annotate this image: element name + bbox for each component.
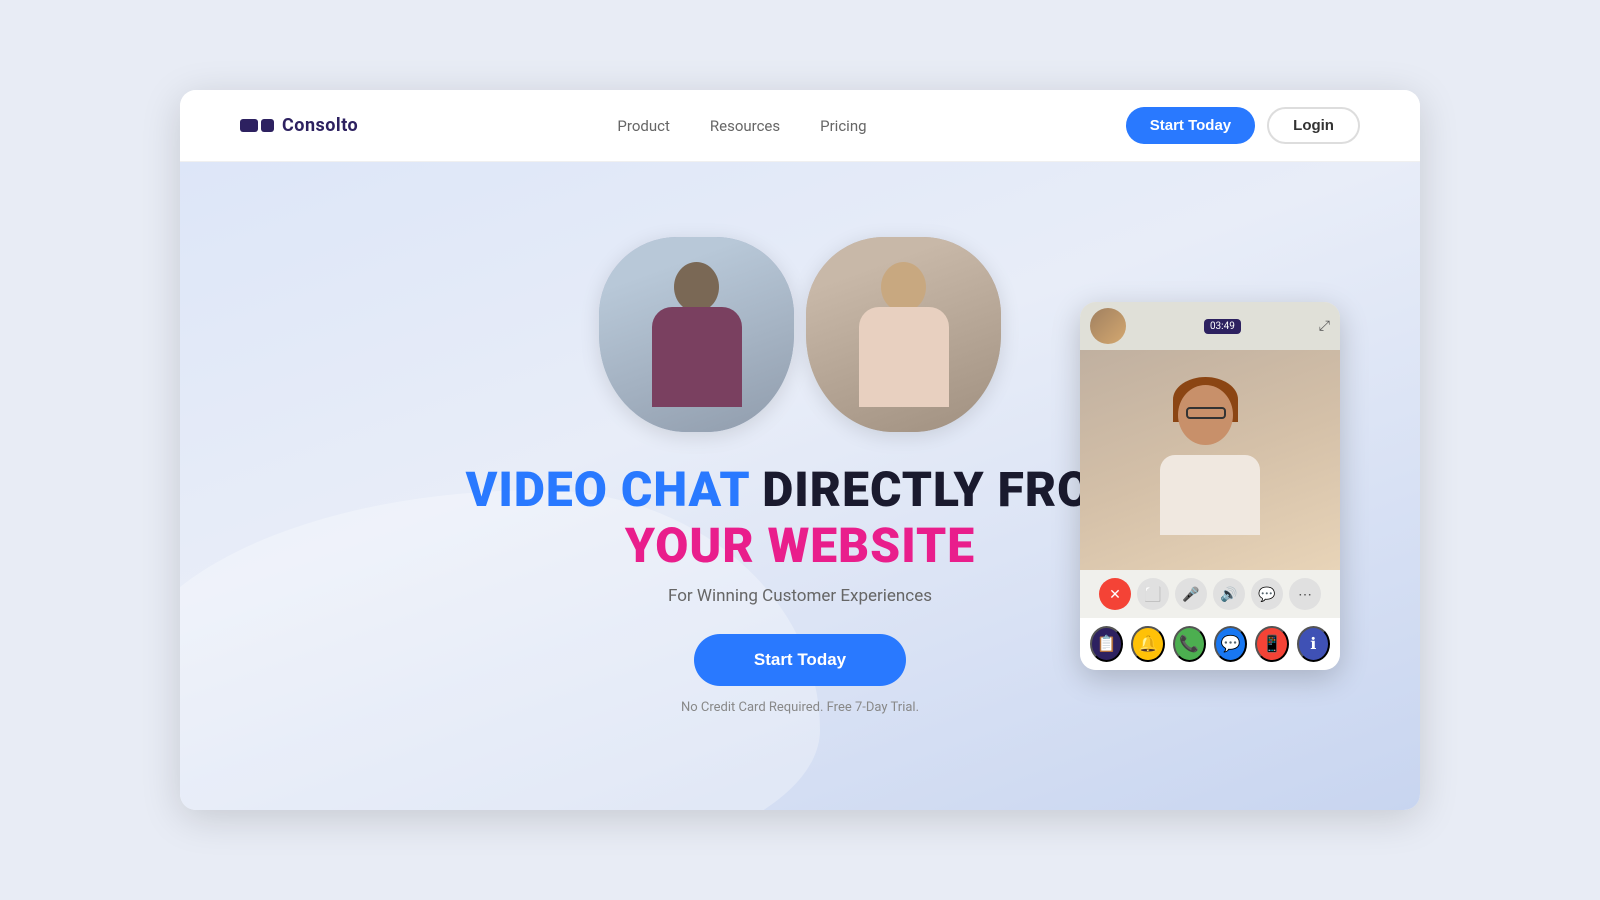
end-call-button[interactable]: ✕ (1099, 578, 1131, 610)
mute-mic-button[interactable]: 🎤 (1175, 578, 1207, 610)
nav-resources[interactable]: Resources (710, 117, 780, 135)
person-left-body (652, 307, 742, 407)
hero-title-your-website: YOUR WEBSITE (466, 517, 1135, 575)
widget-apps: 📋 🔔 📞 💬 📱 ℹ (1080, 618, 1340, 670)
video-head-area (1178, 385, 1243, 465)
logo: Consolto (240, 115, 358, 136)
app-whatsapp-button[interactable]: 📞 (1173, 626, 1206, 662)
hero-subtitle: For Winning Customer Experiences (668, 586, 932, 606)
video-body (1160, 455, 1260, 535)
app-copy-button[interactable]: 📋 (1090, 626, 1123, 662)
hero-image-left (599, 237, 794, 432)
person-left-silhouette (652, 262, 742, 407)
volume-button[interactable]: 🔊 (1213, 578, 1245, 610)
hero-note: No Credit Card Required. Free 7-Day Tria… (681, 700, 919, 715)
hero-title-directly-from: DIRECTLY FROM (762, 461, 1134, 518)
person-right-head (881, 262, 926, 312)
expand-icon[interactable]: ⤢ (1319, 318, 1330, 334)
person-right-body (859, 307, 949, 407)
brand-name: Consolto (282, 115, 358, 136)
nav-links: Product Resources Pricing (617, 117, 866, 135)
nav-pricing[interactable]: Pricing (820, 117, 866, 135)
hero-title-line1: VIDEO CHAT DIRECTLY FROM (466, 464, 1135, 517)
person-left-photo (599, 237, 794, 432)
nav-actions: Start Today Login (1126, 107, 1360, 144)
person-right-photo (806, 237, 1001, 432)
hero-image-right (806, 237, 1001, 432)
logo-block-2 (261, 119, 274, 132)
navbar-start-today-button[interactable]: Start Today (1126, 107, 1255, 144)
widget-controls: ✕ ⬜ 🎤 🔊 💬 ⋯ (1080, 570, 1340, 618)
navbar: Consolto Product Resources Pricing Start… (180, 90, 1420, 162)
screen-share-button[interactable]: ⬜ (1137, 578, 1169, 610)
app-messenger-button[interactable]: 💬 (1214, 626, 1247, 662)
video-chat-widget: 03:49 ⤢ ✕ ⬜ 🎤 (1080, 302, 1340, 670)
person-right-silhouette (859, 262, 949, 407)
hero-images (599, 237, 1001, 432)
browser-window: Consolto Product Resources Pricing Start… (180, 90, 1420, 810)
navbar-login-button[interactable]: Login (1267, 107, 1360, 144)
hero-title: VIDEO CHAT DIRECTLY FROM YOUR WEBSITE (466, 464, 1135, 574)
hero-title-video-chat: VIDEO CHAT (466, 461, 750, 518)
video-head (1178, 385, 1233, 445)
chat-button[interactable]: 💬 (1251, 578, 1283, 610)
logo-block-1 (240, 119, 258, 132)
widget-video-area (1080, 350, 1340, 570)
widget-header: 03:49 ⤢ (1080, 302, 1340, 350)
hero-section: VIDEO CHAT DIRECTLY FROM YOUR WEBSITE Fo… (180, 162, 1420, 810)
app-phone-button[interactable]: 📱 (1255, 626, 1288, 662)
app-info-button[interactable]: ℹ (1297, 626, 1330, 662)
logo-icon (240, 119, 274, 132)
more-options-button[interactable]: ⋯ (1289, 578, 1321, 610)
app-bell-button[interactable]: 🔔 (1131, 626, 1164, 662)
nav-product[interactable]: Product (617, 117, 669, 135)
person-left-head (674, 262, 719, 312)
video-glasses (1186, 407, 1226, 419)
widget-avatar (1090, 308, 1126, 344)
hero-start-today-button[interactable]: Start Today (694, 634, 906, 686)
video-person (1160, 385, 1260, 535)
widget-timer: 03:49 (1204, 319, 1241, 334)
